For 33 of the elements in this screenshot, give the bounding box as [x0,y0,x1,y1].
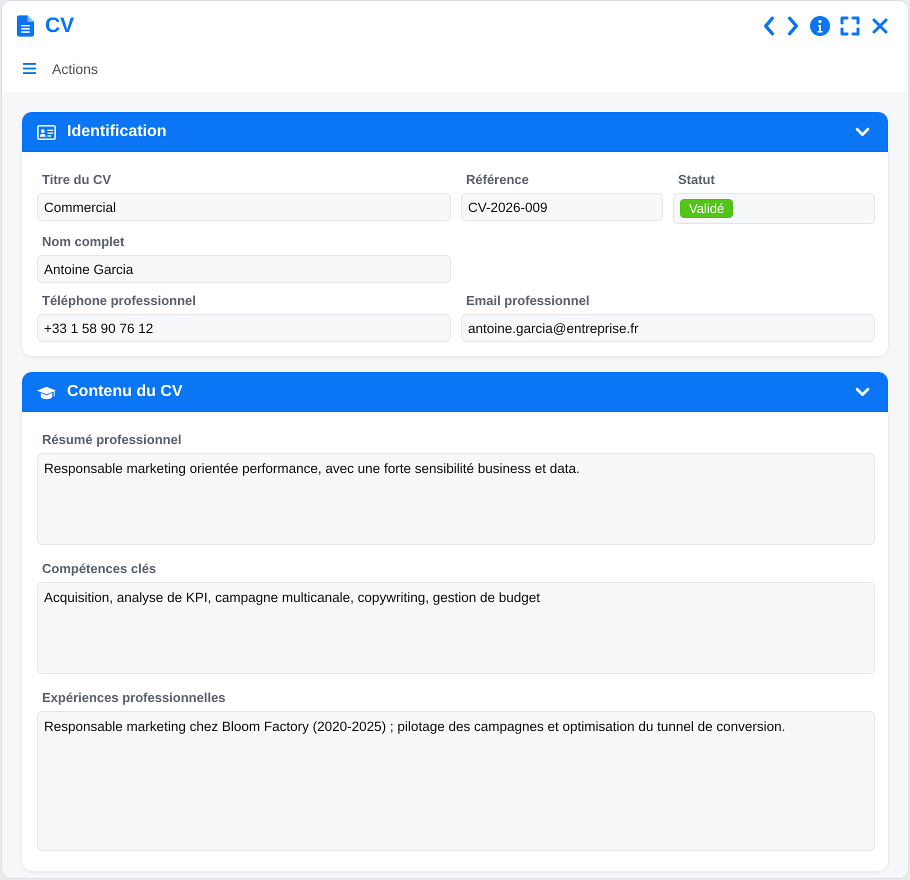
status-badge: Validé [680,199,734,218]
field-label: Email professionnel [465,293,591,308]
field-label: Expériences professionnelles [41,690,227,705]
id-card-icon [37,124,56,140]
chevron-down-icon [855,126,870,138]
field-label: Référence [465,172,530,187]
section-header[interactable]: Contenu du CV [22,372,888,412]
field-label: Compétences clés [41,561,158,576]
close-icon[interactable] [870,16,890,36]
fullscreen-icon[interactable] [840,16,860,36]
text-area[interactable]: Responsable marketing chez Bloom Factory (2020-2025) ; pilotage des campagnes et optimisation du tunnel de conversion. [37,711,875,851]
field-label: Nom complet [41,234,126,249]
text-field[interactable]: antoine.garcia@entreprise.fr [461,314,875,342]
graduation-cap-icon [37,384,56,400]
field-label: Résumé professionnel [41,432,182,447]
chevron-left-icon[interactable] [762,15,776,37]
menu-icon [23,63,36,74]
actions-menu-button[interactable]: Actions [23,60,98,76]
document-icon [17,15,34,37]
text-field[interactable]: +33 1 58 90 76 12 [37,314,451,342]
field-label: Statut [677,172,716,187]
chevron-right-icon[interactable] [786,15,800,37]
info-icon[interactable] [810,16,830,36]
text-area[interactable]: Responsable marketing orientée performance, avec une forte sensibilité business et data. [37,453,875,545]
field-label: Titre du CV [41,172,112,187]
text-field[interactable]: Antoine Garcia [37,255,451,283]
text-area[interactable]: Acquisition, analyse de KPI, campagne multicanale, copywriting, gestion de budget [37,582,875,674]
window-title: CV [45,14,74,38]
text-field[interactable]: Commercial [37,193,451,221]
chevron-down-icon [855,386,870,398]
section-header[interactable]: Identification [22,112,888,152]
field-label: Téléphone professionnel [41,293,197,308]
text-field[interactable]: CV-2026-009 [461,193,663,221]
